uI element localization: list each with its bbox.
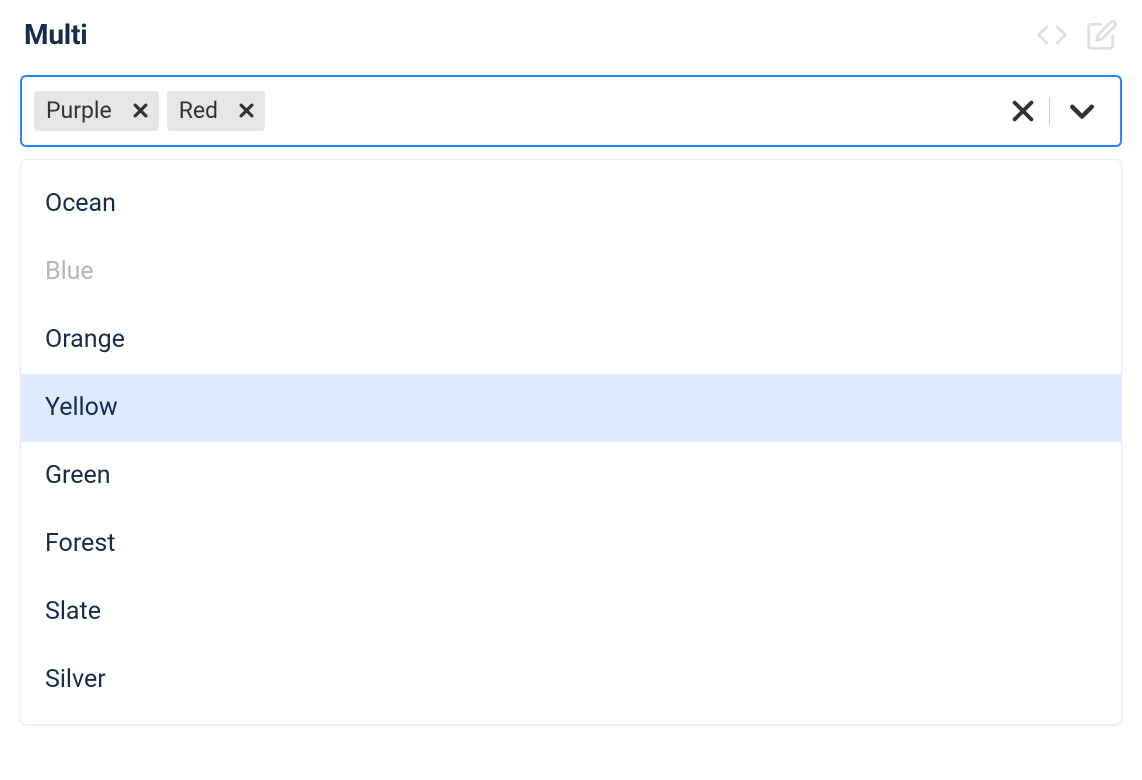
selected-tag-red: Red [167,91,265,130]
remove-tag-icon[interactable] [122,91,159,130]
remove-tag-icon[interactable] [228,91,265,130]
option-ocean[interactable]: Ocean [21,170,1121,238]
option-yellow[interactable]: Yellow [21,374,1121,442]
selected-values: Purple Red [34,91,997,130]
header-actions [1036,19,1118,51]
tag-label: Red [167,91,228,130]
multi-select-control[interactable]: Purple Red [20,75,1122,147]
chevron-down-icon[interactable] [1050,85,1108,137]
option-green[interactable]: Green [21,442,1121,510]
options-menu: Ocean Blue Orange Yellow Green Forest Sl… [20,159,1122,725]
select-indicators [997,85,1108,137]
option-silver[interactable]: Silver [21,646,1121,714]
page-title: Multi [24,18,88,51]
multi-select: Purple Red [20,75,1122,725]
option-blue: Blue [21,238,1121,306]
edit-icon[interactable] [1086,19,1118,51]
option-forest[interactable]: Forest [21,510,1121,578]
option-orange[interactable]: Orange [21,306,1121,374]
selected-tag-purple: Purple [34,91,159,130]
tag-label: Purple [34,91,122,130]
option-slate[interactable]: Slate [21,578,1121,646]
clear-all-icon[interactable] [997,85,1049,137]
code-icon[interactable] [1036,19,1068,51]
header: Multi [20,18,1122,51]
